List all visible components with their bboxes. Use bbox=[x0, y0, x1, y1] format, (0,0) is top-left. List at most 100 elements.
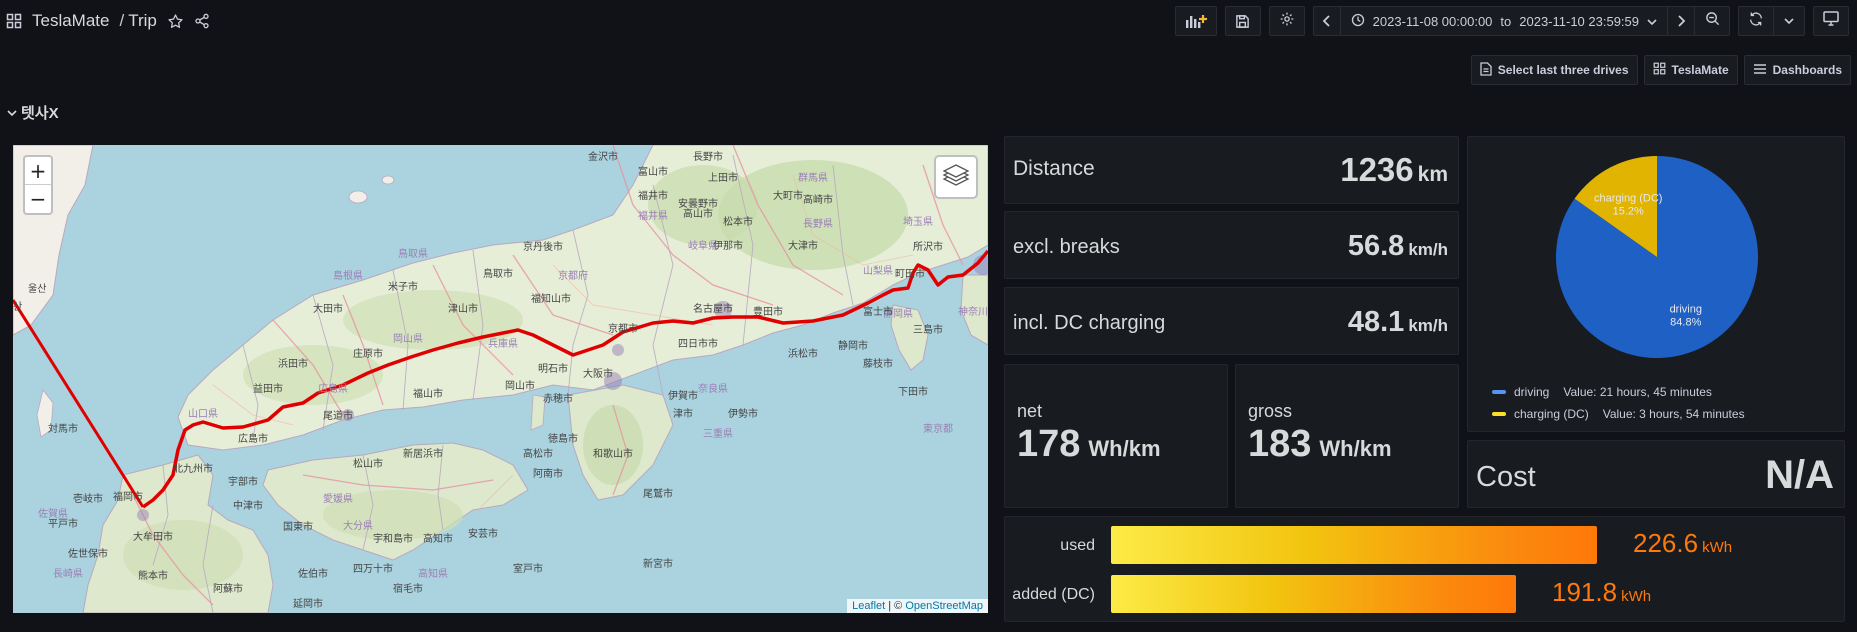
add-panel-button[interactable] bbox=[1174, 6, 1217, 36]
time-forward-button[interactable] bbox=[1667, 6, 1695, 36]
distance-unit: km bbox=[1417, 163, 1448, 186]
teslamate-link[interactable]: TeslaMate bbox=[1643, 55, 1738, 85]
distance-panel: Distance 1236 km bbox=[1004, 136, 1459, 204]
select-last-drives-link[interactable]: Select last three drives bbox=[1470, 55, 1638, 85]
breadcrumb-separator: / bbox=[119, 11, 125, 30]
net-consumption-panel: net 178 Wh/km bbox=[1004, 364, 1228, 508]
settings-button[interactable] bbox=[1268, 6, 1305, 36]
gross-label: gross bbox=[1248, 401, 1293, 421]
zoom-out-icon bbox=[1705, 11, 1720, 31]
time-to-word: to bbox=[1500, 13, 1512, 29]
gross-consumption-panel: gross 183 Wh/km bbox=[1235, 364, 1459, 508]
apps-grid-icon bbox=[1653, 62, 1666, 78]
toolbar: 2023-11-08 00:00:00 to 2023-11-10 23:59:… bbox=[1174, 6, 1849, 36]
net-label: net bbox=[1017, 401, 1043, 421]
refresh-icon bbox=[1748, 11, 1764, 32]
row-header[interactable]: 텟사X bbox=[7, 102, 59, 123]
select-last-drives-label: Select last three drives bbox=[1497, 63, 1629, 77]
dashboards-link[interactable]: Dashboards bbox=[1743, 55, 1851, 85]
time-range-button[interactable]: 2023-11-08 00:00:00 to 2023-11-10 23:59:… bbox=[1339, 6, 1668, 36]
net-number: 178 bbox=[1017, 423, 1081, 465]
pie-slice-label: driving bbox=[1670, 304, 1702, 316]
document-icon bbox=[1480, 61, 1492, 79]
top-bar: TeslaMate / Trip 2023-11-08 00:00:00 to … bbox=[0, 0, 1857, 44]
cost-panel: Cost N/A bbox=[1467, 440, 1845, 508]
chevron-down-icon bbox=[1784, 12, 1794, 30]
attribution-sep: | © bbox=[885, 600, 906, 612]
net-unit: Wh/km bbox=[1088, 436, 1161, 461]
legend-driving-name: driving bbox=[1514, 385, 1550, 399]
distance-number: 1236 bbox=[1340, 151, 1414, 188]
time-to: 2023-11-10 23:59:59 bbox=[1519, 13, 1639, 29]
speed-excl-unit: km/h bbox=[1408, 240, 1448, 259]
layers-icon bbox=[942, 162, 970, 193]
clock-icon bbox=[1351, 13, 1365, 30]
page-title: Trip bbox=[128, 11, 157, 30]
gross-value: 183 Wh/km bbox=[1248, 423, 1392, 466]
speed-incl-number: 48.1 bbox=[1347, 306, 1405, 338]
dashboards-link-label: Dashboards bbox=[1772, 63, 1842, 77]
added-number: 191.8 bbox=[1552, 577, 1618, 607]
row-title: 텟사X bbox=[21, 105, 59, 122]
legend-charging-value: Value: 3 hours, 54 minutes bbox=[1602, 407, 1745, 421]
save-dashboard-button[interactable] bbox=[1224, 6, 1261, 36]
speed-excl-label: excl. breaks bbox=[1013, 236, 1120, 258]
pie-slice-percent: 84.8% bbox=[1670, 317, 1701, 329]
used-label: used bbox=[1060, 537, 1095, 554]
map-layers-button[interactable] bbox=[934, 155, 978, 199]
refresh-group bbox=[1738, 6, 1805, 36]
legend-charging-name: charging (DC) bbox=[1514, 407, 1589, 421]
zoom-out-time-button[interactable] bbox=[1694, 6, 1730, 36]
share-icon[interactable] bbox=[194, 13, 210, 29]
used-bar-track bbox=[1111, 526, 1689, 564]
added-unit: kWh bbox=[1621, 588, 1652, 605]
speed-excl-value: 56.8 km/h bbox=[1348, 230, 1448, 263]
star-icon[interactable] bbox=[167, 13, 184, 30]
gross-number: 183 bbox=[1248, 423, 1312, 465]
dashboard-links: Select last three drives TeslaMate Dashb… bbox=[1470, 55, 1851, 85]
gross-unit: Wh/km bbox=[1319, 436, 1392, 461]
leaflet-link[interactable]: Leaflet bbox=[852, 600, 885, 612]
map-canvas bbox=[13, 145, 988, 613]
menu-icon bbox=[1753, 63, 1767, 78]
used-bar bbox=[1111, 526, 1597, 564]
added-bar bbox=[1111, 575, 1516, 613]
breadcrumb-app[interactable]: TeslaMate bbox=[32, 11, 109, 31]
map-zoom-control: + − bbox=[23, 155, 53, 215]
speed-incl-value: 48.1 km/h bbox=[1348, 306, 1448, 339]
monitor-icon bbox=[1823, 11, 1839, 31]
legend-swatch-charging bbox=[1492, 412, 1506, 416]
teslamate-link-label: TeslaMate bbox=[1671, 63, 1729, 77]
used-unit: kWh bbox=[1702, 539, 1733, 556]
map-attribution: Leaflet | © OpenStreetMap bbox=[847, 599, 988, 613]
legend-item-driving[interactable]: driving Value: 21 hours, 45 minutes bbox=[1492, 385, 1712, 399]
time-back-button[interactable] bbox=[1312, 6, 1341, 36]
speed-excl-number: 56.8 bbox=[1347, 230, 1405, 262]
breadcrumb: TeslaMate / Trip bbox=[6, 8, 210, 34]
cost-value: N/A bbox=[1765, 453, 1834, 497]
pie-slice-percent: 15.2% bbox=[1613, 205, 1644, 217]
apps-grid-icon[interactable] bbox=[6, 13, 22, 29]
pie-slice-label: charging (DC) bbox=[1594, 192, 1662, 204]
used-number: 226.6 bbox=[1633, 528, 1699, 558]
distance-value: 1236 km bbox=[1340, 151, 1448, 189]
chevron-down-icon bbox=[7, 104, 17, 121]
tv-mode-button[interactable] bbox=[1813, 6, 1849, 36]
map-zoom-out-button[interactable]: − bbox=[25, 185, 51, 213]
openstreetmap-link[interactable]: OpenStreetMap bbox=[905, 600, 983, 612]
time-from: 2023-11-08 00:00:00 bbox=[1372, 13, 1493, 29]
speed-incl-label: incl. DC charging bbox=[1013, 312, 1166, 334]
speed-incl-panel: incl. DC charging 48.1 km/h bbox=[1004, 287, 1459, 355]
speed-incl-unit: km/h bbox=[1408, 316, 1448, 335]
map-zoom-in-button[interactable]: + bbox=[25, 157, 51, 185]
refresh-button[interactable] bbox=[1738, 6, 1774, 36]
chevron-down-icon bbox=[1647, 14, 1657, 29]
time-split-panel: driving 84.8% charging (DC) 15.2% driving V… bbox=[1467, 136, 1845, 432]
refresh-interval-dropdown[interactable] bbox=[1773, 6, 1805, 36]
legend-item-charging[interactable]: charging (DC) Value: 3 hours, 54 minutes bbox=[1492, 407, 1745, 421]
trip-map[interactable]: 金沢市 長野市 富山市 上田市 群馬県 福井市 大町市 高崎市 安曇野市 福井県 高山市 松本市 長野県… bbox=[13, 145, 988, 613]
added-value: 191.8 kWh bbox=[1552, 577, 1651, 608]
time-picker: 2023-11-08 00:00:00 to 2023-11-10 23:59:… bbox=[1312, 6, 1730, 36]
legend-swatch-driving bbox=[1492, 390, 1506, 394]
used-value: 226.6 kWh bbox=[1633, 528, 1732, 559]
